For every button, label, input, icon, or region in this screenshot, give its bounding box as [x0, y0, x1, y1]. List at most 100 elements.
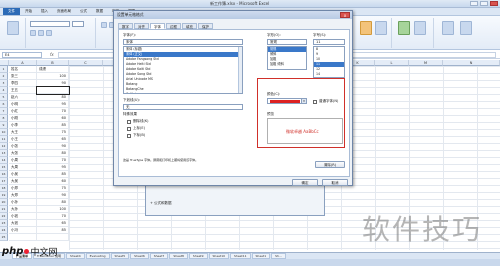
cancel-button[interactable]: 取消	[322, 179, 348, 186]
conditional-format-icon[interactable]	[360, 21, 372, 35]
table-format-icon[interactable]	[375, 21, 387, 35]
cell-score[interactable]: 90	[37, 80, 69, 87]
chevron-down-icon[interactable]: ▾	[301, 99, 306, 103]
cell-name[interactable]: 姓名	[9, 66, 37, 73]
size-list[interactable]: 8 9 10 11 12 14	[313, 46, 345, 78]
row-number[interactable]: 4	[0, 87, 8, 94]
cell-name[interactable]: 小明	[9, 101, 37, 108]
row-number[interactable]: 6	[0, 101, 8, 108]
underline-icon[interactable]	[46, 30, 52, 36]
row-number[interactable]: 22	[0, 213, 8, 220]
cell-name[interactable]: 大钱	[9, 220, 37, 227]
row-number[interactable]: 8	[0, 115, 8, 122]
bold-icon[interactable]	[30, 30, 36, 36]
list-item[interactable]: 14	[314, 72, 344, 77]
align-left-icon[interactable]	[101, 22, 107, 28]
checkbox-box[interactable]	[127, 133, 131, 138]
row-number[interactable]: 3	[0, 80, 8, 87]
fx-icon[interactable]: fx	[50, 52, 54, 57]
row-number[interactable]: 19	[0, 192, 8, 199]
checkbox-box[interactable]	[127, 126, 131, 131]
maximize-button[interactable]	[480, 1, 488, 6]
ribbon-size-field[interactable]	[72, 21, 84, 27]
cell-name[interactable]: 王五	[9, 87, 37, 94]
row-number[interactable]: 25	[0, 234, 8, 241]
cell-score[interactable]: 60	[37, 178, 69, 185]
strikethrough-check[interactable]: 删除线(K)	[127, 119, 149, 124]
tab-home[interactable]: 开始	[21, 8, 36, 15]
clear-button[interactable]: 清除(R)	[315, 161, 345, 168]
row-number[interactable]: 5	[0, 94, 8, 101]
color-select[interactable]: ▾	[267, 98, 307, 104]
cell-name[interactable]: 小孙	[9, 199, 37, 206]
cell-name[interactable]: 小吴	[9, 171, 37, 178]
subscript-check[interactable]: 下标(B)	[127, 133, 145, 138]
cell-score[interactable]: 65	[37, 220, 69, 227]
cell-score[interactable]: 成绩	[37, 66, 69, 73]
row-number[interactable]: 15	[0, 164, 8, 171]
normal-font-check[interactable]: 普通字体(N)	[313, 99, 338, 104]
cell-score[interactable]: 80	[37, 150, 69, 157]
row-number[interactable]: 11	[0, 136, 8, 143]
cell-name[interactable]: 小冯	[9, 227, 37, 234]
superscript-check[interactable]: 上标(E)	[127, 126, 145, 131]
ok-button[interactable]: 确定	[292, 179, 318, 186]
row-number[interactable]: 10	[0, 129, 8, 136]
cell-name[interactable]: 大吴	[9, 178, 37, 185]
cell-name[interactable]: 大郑	[9, 192, 37, 199]
cell-score[interactable]: 70	[37, 108, 69, 115]
list-item[interactable]: Calibri	[124, 92, 242, 93]
font-list-scrollbar[interactable]	[238, 47, 242, 93]
cell-name[interactable]: 李四	[9, 80, 37, 87]
tab-data[interactable]: 数据	[92, 8, 107, 15]
row-number[interactable]: 20	[0, 199, 8, 206]
row-number[interactable]: 21	[0, 206, 8, 213]
underline-select[interactable]: 无	[123, 104, 243, 110]
checkbox-box[interactable]	[313, 99, 317, 104]
rule-row[interactable]: + 公式和数据	[150, 201, 172, 206]
cell-score[interactable]: 95	[37, 164, 69, 171]
cell-score[interactable]: 70	[37, 213, 69, 220]
style-list[interactable]: 常规 倾斜 加粗 加粗 倾斜	[267, 46, 307, 70]
cell-score[interactable]: 60	[37, 115, 69, 122]
cell-name[interactable]: 小钱	[9, 213, 37, 220]
selected-cell[interactable]	[36, 86, 70, 95]
cell-score[interactable]: 75	[37, 129, 69, 136]
cell-name[interactable]: 小刚	[9, 115, 37, 122]
cell-score[interactable]: 80	[37, 199, 69, 206]
row-number[interactable]: 12	[0, 143, 8, 150]
cell-score[interactable]: 100	[37, 73, 69, 80]
font-list[interactable]: 宋体 (标题) 宋体 (正文) Adobe Fangsong Std Adobe He…	[123, 46, 243, 94]
cell-name[interactable]: 大周	[9, 164, 37, 171]
cell-score[interactable]: 65	[37, 136, 69, 143]
style-field[interactable]: 常规	[267, 39, 307, 45]
paste-icon[interactable]	[7, 21, 19, 35]
italic-icon[interactable]	[38, 30, 44, 36]
delete-cells-icon[interactable]	[414, 21, 426, 35]
cell-score[interactable]: 90	[37, 192, 69, 199]
row-number[interactable]: 23	[0, 220, 8, 227]
cell-score[interactable]	[37, 234, 69, 241]
cell-name[interactable]: 大孙	[9, 206, 37, 213]
cell-score[interactable]: 95	[37, 101, 69, 108]
file-tab[interactable]: 文件	[3, 8, 20, 15]
cell-score[interactable]: 75	[37, 185, 69, 192]
cell-name[interactable]: 小红	[9, 108, 37, 115]
dialog-close-button[interactable]: x	[340, 12, 350, 18]
checkbox-box[interactable]	[127, 119, 131, 124]
cell-score[interactable]: 100	[37, 206, 69, 213]
cell-name[interactable]: 大王	[9, 129, 37, 136]
name-box[interactable]: E4	[2, 52, 42, 58]
sort-filter-icon[interactable]	[442, 21, 454, 35]
row-number[interactable]: 7	[0, 108, 8, 115]
cell-score[interactable]: 90	[37, 143, 69, 150]
cell-name[interactable]: 大张	[9, 150, 37, 157]
row-number[interactable]: 18	[0, 185, 8, 192]
list-item[interactable]: 加粗 倾斜	[268, 62, 306, 67]
tab-formulas[interactable]: 公式	[76, 8, 91, 15]
cell-name[interactable]: 赵六	[9, 94, 37, 101]
size-field[interactable]: 11	[313, 39, 345, 45]
find-select-icon[interactable]	[460, 21, 472, 35]
cell-name[interactable]: 小张	[9, 143, 37, 150]
close-window-button[interactable]	[490, 1, 498, 6]
